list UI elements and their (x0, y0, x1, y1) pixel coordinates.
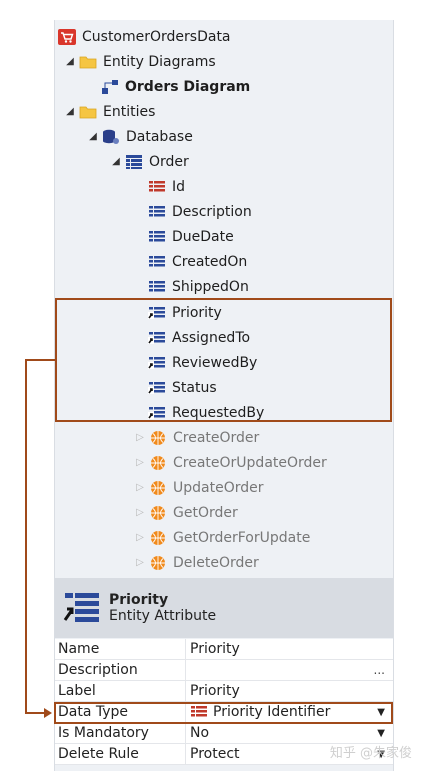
collapsed-arrow-icon[interactable]: ▷ (134, 457, 146, 468)
tree-label: GetOrderForUpdate (173, 529, 311, 546)
tree-item-attribute[interactable]: DueDate (148, 224, 234, 249)
property-name: Name (55, 639, 186, 659)
cart-icon (58, 28, 76, 45)
tree-label: CreateOrUpdateOrder (173, 454, 327, 471)
entity-action-icon (151, 530, 165, 545)
tree-label: CreatedOn (172, 253, 248, 270)
property-value: Protect (190, 745, 240, 762)
tree-item-entity-action[interactable]: ▷ GetOrderForUpdate (134, 525, 310, 550)
properties-header: Priority Entity Attribute (55, 578, 393, 638)
tree-label: Id (172, 178, 186, 195)
tree-item-attribute[interactable]: ShippedOn (148, 274, 249, 299)
tree-label: Description (172, 203, 252, 220)
entity-action-icon (151, 480, 165, 495)
tree-label: GetOrder (173, 504, 238, 521)
collapsed-arrow-icon[interactable]: ▷ (134, 432, 146, 443)
dropdown-arrow-icon[interactable]: ▼ (377, 723, 385, 744)
ellipsis-button[interactable]: ... (374, 663, 385, 677)
collapsed-arrow-icon[interactable]: ▷ (134, 532, 146, 543)
tree-item-entities[interactable]: ◢ Entities (64, 99, 155, 124)
expanded-arrow-icon[interactable]: ◢ (64, 56, 76, 67)
name-field[interactable]: Priority (186, 639, 393, 659)
is-mandatory-select[interactable]: No ▼ (186, 723, 393, 743)
tree-label: Order (149, 153, 189, 170)
attribute-icon (149, 280, 165, 291)
diagram-icon (102, 79, 118, 94)
tree-item-database[interactable]: ◢ Database (87, 124, 193, 149)
property-name: Is Mandatory (55, 723, 186, 743)
property-name: Description (55, 660, 186, 680)
tree-label: CustomerOrdersData (82, 28, 231, 45)
tree-item-attribute[interactable]: CreatedOn (148, 249, 247, 274)
property-row-label: Label Priority (55, 681, 393, 702)
properties-subtitle: Entity Attribute (109, 608, 217, 624)
tree-item-entity-action[interactable]: ▷ CreateOrUpdateOrder (134, 450, 327, 475)
tree-label: UpdateOrder (173, 479, 264, 496)
tree-item-entity-action[interactable]: ▷ DeleteOrder (134, 550, 259, 575)
folder-icon (79, 56, 97, 68)
tree-label: CreateOrder (173, 429, 260, 446)
tree-item-entity-action[interactable]: ▷ GetOrder (134, 500, 238, 525)
attribute-icon (149, 255, 165, 266)
expanded-arrow-icon[interactable]: ◢ (64, 106, 76, 117)
tree-label: Orders Diagram (125, 78, 251, 95)
entity-action-icon (151, 555, 165, 570)
property-value: Priority (190, 640, 240, 657)
entity-action-icon (151, 430, 165, 445)
tree-label: Database (126, 128, 193, 145)
property-name: Label (55, 681, 186, 701)
description-field[interactable]: ... (186, 660, 393, 680)
entity-action-icon (151, 505, 165, 520)
tree-item-root[interactable]: CustomerOrdersData (58, 24, 231, 49)
tree-item-order[interactable]: ◢ Order (110, 149, 189, 174)
identifier-attribute-icon (149, 180, 165, 191)
label-field[interactable]: Priority (186, 681, 393, 701)
tree-item-attribute[interactable]: Id (148, 174, 185, 199)
tree-label: ShippedOn (172, 278, 249, 295)
collapsed-arrow-icon[interactable]: ▷ (134, 507, 146, 518)
entity-action-icon (151, 455, 165, 470)
property-name: Delete Rule (55, 744, 186, 764)
tree-label: Entities (103, 103, 156, 120)
entity-icon (126, 154, 142, 169)
tree-item-orders-diagram[interactable]: Orders Diagram (101, 74, 250, 99)
attribute-icon (149, 230, 165, 241)
tree-item-entity-diagrams[interactable]: ◢ Entity Diagrams (64, 49, 216, 74)
tree-label: DeleteOrder (173, 554, 259, 571)
reference-attributes-highlight (55, 298, 392, 422)
watermark: 知乎 @朱家俊 (329, 746, 412, 761)
property-row-name: Name Priority (55, 639, 393, 660)
data-type-highlight (54, 702, 393, 724)
property-row-description: Description ... (55, 660, 393, 681)
attribute-icon (149, 205, 165, 216)
tree-label: Entity Diagrams (103, 53, 216, 70)
expanded-arrow-icon[interactable]: ◢ (87, 131, 99, 142)
properties-title: Priority (109, 592, 169, 608)
tree-label: DueDate (172, 228, 234, 245)
folder-icon (79, 106, 97, 118)
tree-item-attribute[interactable]: Description (148, 199, 252, 224)
expanded-arrow-icon[interactable]: ◢ (110, 156, 122, 167)
collapsed-arrow-icon[interactable]: ▷ (134, 482, 146, 493)
database-icon (103, 129, 119, 144)
property-row-is-mandatory: Is Mandatory No ▼ (55, 723, 393, 744)
property-value: No (190, 724, 210, 741)
property-value: Priority (190, 682, 240, 699)
collapsed-arrow-icon[interactable]: ▷ (134, 557, 146, 568)
tree-item-entity-action[interactable]: ▷ CreateOrder (134, 425, 259, 450)
tree-item-entity-action[interactable]: ▷ UpdateOrder (134, 475, 264, 500)
reference-attribute-icon (63, 593, 99, 622)
